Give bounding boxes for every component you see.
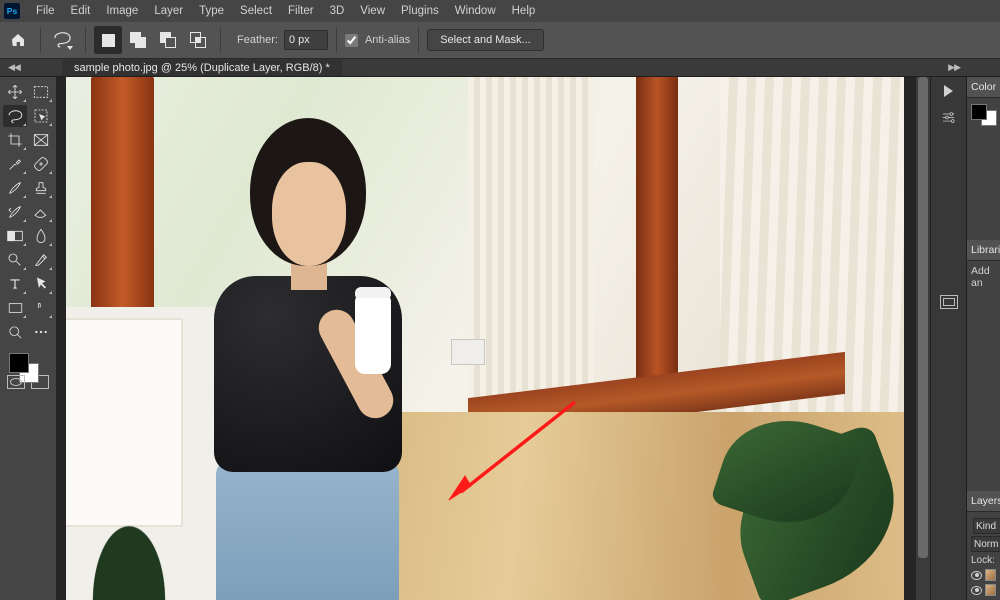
- layer-row[interactable]: [971, 584, 996, 596]
- layer-thumb: [985, 584, 996, 596]
- adjustments-icon[interactable]: [940, 109, 957, 131]
- menu-layer[interactable]: Layer: [146, 0, 191, 22]
- gradient-tool[interactable]: [3, 225, 27, 247]
- feather-label: Feather:: [237, 34, 278, 46]
- move-tool[interactable]: [3, 81, 27, 103]
- history-brush-tool[interactable]: [3, 201, 27, 223]
- menu-help[interactable]: Help: [504, 0, 544, 22]
- app-icon: Ps: [4, 3, 20, 19]
- layer-thumb: [985, 569, 996, 581]
- options-bar: Feather: Anti-alias Select and Mask...: [0, 22, 1000, 59]
- menu-window[interactable]: Window: [447, 0, 504, 22]
- vertical-scrollbar[interactable]: [916, 77, 930, 600]
- lock-label: Lock:: [971, 555, 996, 566]
- menu-3d[interactable]: 3D: [322, 0, 353, 22]
- antialias-checkbox[interactable]: [345, 34, 358, 47]
- document-tabs: ◀◀ sample photo.jpg @ 25% (Duplicate Lay…: [0, 59, 1000, 77]
- brush-tool[interactable]: [3, 177, 27, 199]
- type-tool[interactable]: [3, 273, 27, 295]
- menu-file[interactable]: File: [28, 0, 63, 22]
- dodge-tool[interactable]: [3, 249, 27, 271]
- menu-select[interactable]: Select: [232, 0, 280, 22]
- hand-tool[interactable]: [29, 297, 53, 319]
- blur-tool[interactable]: [29, 225, 53, 247]
- heal-tool[interactable]: [29, 153, 53, 175]
- crop-tool[interactable]: [3, 129, 27, 151]
- menu-type[interactable]: Type: [191, 0, 232, 22]
- panel-icon[interactable]: [940, 295, 958, 309]
- edit-toolbar-button[interactable]: [29, 321, 53, 343]
- lasso-tool[interactable]: [3, 105, 27, 127]
- home-button[interactable]: [4, 26, 32, 54]
- layers-filter-input[interactable]: [973, 518, 1000, 534]
- menu-bar: Ps File Edit Image Layer Type Select Fil…: [0, 0, 1000, 22]
- collapse-right-icon[interactable]: ▶▶: [948, 62, 960, 73]
- scrollbar-thumb[interactable]: [918, 77, 928, 558]
- selection-new-button[interactable]: [94, 26, 122, 54]
- stamp-tool[interactable]: [29, 177, 53, 199]
- menu-view[interactable]: View: [352, 0, 393, 22]
- layers-panel-tab[interactable]: Layers: [967, 491, 1000, 512]
- document-image: [66, 77, 904, 600]
- menu-edit[interactable]: Edit: [63, 0, 99, 22]
- antialias-label: Anti-alias: [365, 34, 410, 46]
- eyedropper-tool[interactable]: [3, 153, 27, 175]
- select-and-mask-button[interactable]: Select and Mask...: [427, 29, 544, 51]
- workspace: Color Librarie Add an Layers Lock:: [0, 77, 1000, 600]
- selection-subtract-button[interactable]: [154, 26, 182, 54]
- divider: [85, 27, 86, 53]
- blend-mode-select[interactable]: [971, 536, 1000, 552]
- play-icon[interactable]: [944, 85, 953, 97]
- marquee-tool[interactable]: [29, 81, 53, 103]
- menu-plugins[interactable]: Plugins: [393, 0, 447, 22]
- feather-input[interactable]: [284, 30, 328, 50]
- tools-panel: [0, 77, 56, 600]
- shape-tool[interactable]: [3, 297, 27, 319]
- selection-intersect-button[interactable]: [184, 26, 212, 54]
- layers-panel: Lock:: [967, 512, 1000, 600]
- layer-row[interactable]: [971, 569, 996, 581]
- divider: [418, 27, 419, 53]
- path-select-tool[interactable]: [29, 273, 53, 295]
- eraser-tool[interactable]: [29, 201, 53, 223]
- pen-tool[interactable]: [29, 249, 53, 271]
- collapse-left-icon[interactable]: ◀◀: [8, 62, 20, 73]
- current-tool-preset[interactable]: [49, 26, 77, 54]
- selection-add-button[interactable]: [124, 26, 152, 54]
- right-panels: Color Librarie Add an Layers Lock:: [966, 77, 1000, 600]
- color-panel-swatch[interactable]: [971, 104, 997, 126]
- annotation-arrow: [443, 396, 583, 506]
- divider: [336, 27, 337, 53]
- divider: [40, 27, 41, 53]
- menu-filter[interactable]: Filter: [280, 0, 322, 22]
- menu-image[interactable]: Image: [98, 0, 146, 22]
- visibility-icon[interactable]: [971, 586, 982, 595]
- object-select-tool[interactable]: [29, 105, 53, 127]
- libraries-panel-tab[interactable]: Librarie: [967, 240, 1000, 261]
- frame-tool[interactable]: [29, 129, 53, 151]
- canvas-area[interactable]: [56, 77, 916, 600]
- visibility-icon[interactable]: [971, 571, 982, 580]
- libraries-hint: Add an: [971, 265, 990, 289]
- collapsed-panels-dock: [930, 77, 966, 600]
- color-panel-tab[interactable]: Color: [967, 77, 1000, 98]
- zoom-tool[interactable]: [3, 321, 27, 343]
- document-tab[interactable]: sample photo.jpg @ 25% (Duplicate Layer,…: [62, 59, 342, 76]
- foreground-color-swatch[interactable]: [9, 353, 29, 373]
- divider: [220, 27, 221, 53]
- chevron-down-icon: [67, 46, 73, 50]
- color-panel: [967, 98, 1000, 130]
- quickmask-toggle[interactable]: [7, 375, 25, 389]
